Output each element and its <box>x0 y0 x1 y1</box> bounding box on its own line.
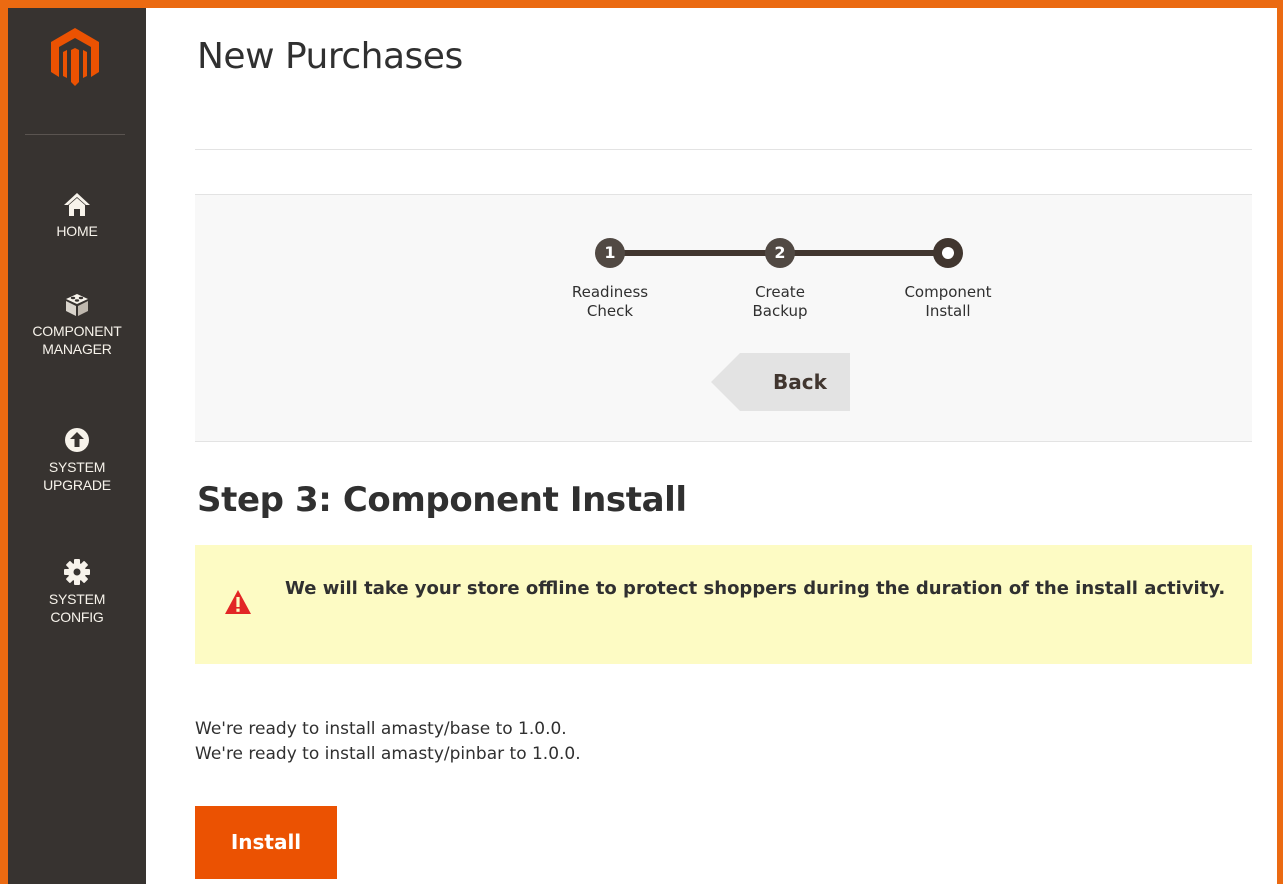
back-button[interactable]: Back <box>711 353 850 411</box>
title-divider <box>195 149 1252 150</box>
step-label-line: Install <box>925 302 971 320</box>
sidebar-item-home[interactable]: HOME <box>8 190 146 240</box>
install-button[interactable]: Install <box>195 806 337 879</box>
current-step-indicator <box>942 247 954 259</box>
warning-triangle-icon <box>225 590 251 614</box>
sidebar-item-component-manager[interactable]: COMPONENT MANAGER <box>8 290 146 358</box>
sidebar-item-system-config[interactable]: SYSTEM CONFIG <box>8 558 146 626</box>
sidebar-item-label: COMPONENT <box>32 323 122 339</box>
step-3-marker <box>933 238 963 268</box>
sidebar: HOME COMPONENT MANAGER SYSTEM UPGRADE SY… <box>8 8 146 884</box>
step-label-line: Check <box>586 302 634 320</box>
gear-icon <box>64 559 90 585</box>
progress-connector <box>610 250 780 256</box>
upload-icon <box>65 428 89 452</box>
app-window: HOME COMPONENT MANAGER SYSTEM UPGRADE SY… <box>8 8 1277 884</box>
sidebar-item-label: SYSTEM <box>48 591 106 607</box>
ready-message: We're ready to install amasty/pinbar to … <box>195 744 581 764</box>
sidebar-item-label: SYSTEM <box>48 459 106 475</box>
step-1-label: Readiness Check <box>550 283 670 321</box>
step-1-marker: 1 <box>595 238 625 268</box>
warning-message: We will take your store offline to prote… <box>195 545 1252 664</box>
step-2-marker: 2 <box>765 238 795 268</box>
warning-text: We will take your store offline to prote… <box>285 578 1226 599</box>
sidebar-divider <box>25 134 125 135</box>
step-number: 2 <box>774 243 786 262</box>
step-label-line: Create <box>755 283 805 301</box>
step-3-label: Component Install <box>888 283 1008 321</box>
step-heading: Step 3: Component Install <box>197 480 687 520</box>
magento-logo-icon[interactable] <box>51 28 99 86</box>
ready-message: We're ready to install amasty/base to 1.… <box>195 719 567 739</box>
sidebar-item-label: UPGRADE <box>43 477 111 493</box>
step-label-line: Component <box>904 283 992 301</box>
step-label-line: Backup <box>752 302 808 320</box>
page-title: New Purchases <box>197 36 463 77</box>
cube-icon <box>66 294 88 316</box>
back-button-label: Back <box>773 370 827 394</box>
sidebar-item-label: HOME <box>56 223 98 239</box>
ready-messages: We're ready to install amasty/base to 1.… <box>195 717 581 767</box>
home-icon <box>64 193 90 216</box>
step-2-label: Create Backup <box>720 283 840 321</box>
sidebar-item-label: CONFIG <box>50 609 104 625</box>
progress-connector <box>780 250 948 256</box>
sidebar-item-system-upgrade[interactable]: SYSTEM UPGRADE <box>8 426 146 494</box>
step-label-line: Readiness <box>571 283 649 301</box>
sidebar-item-label: MANAGER <box>42 341 112 357</box>
step-number: 1 <box>604 243 616 262</box>
